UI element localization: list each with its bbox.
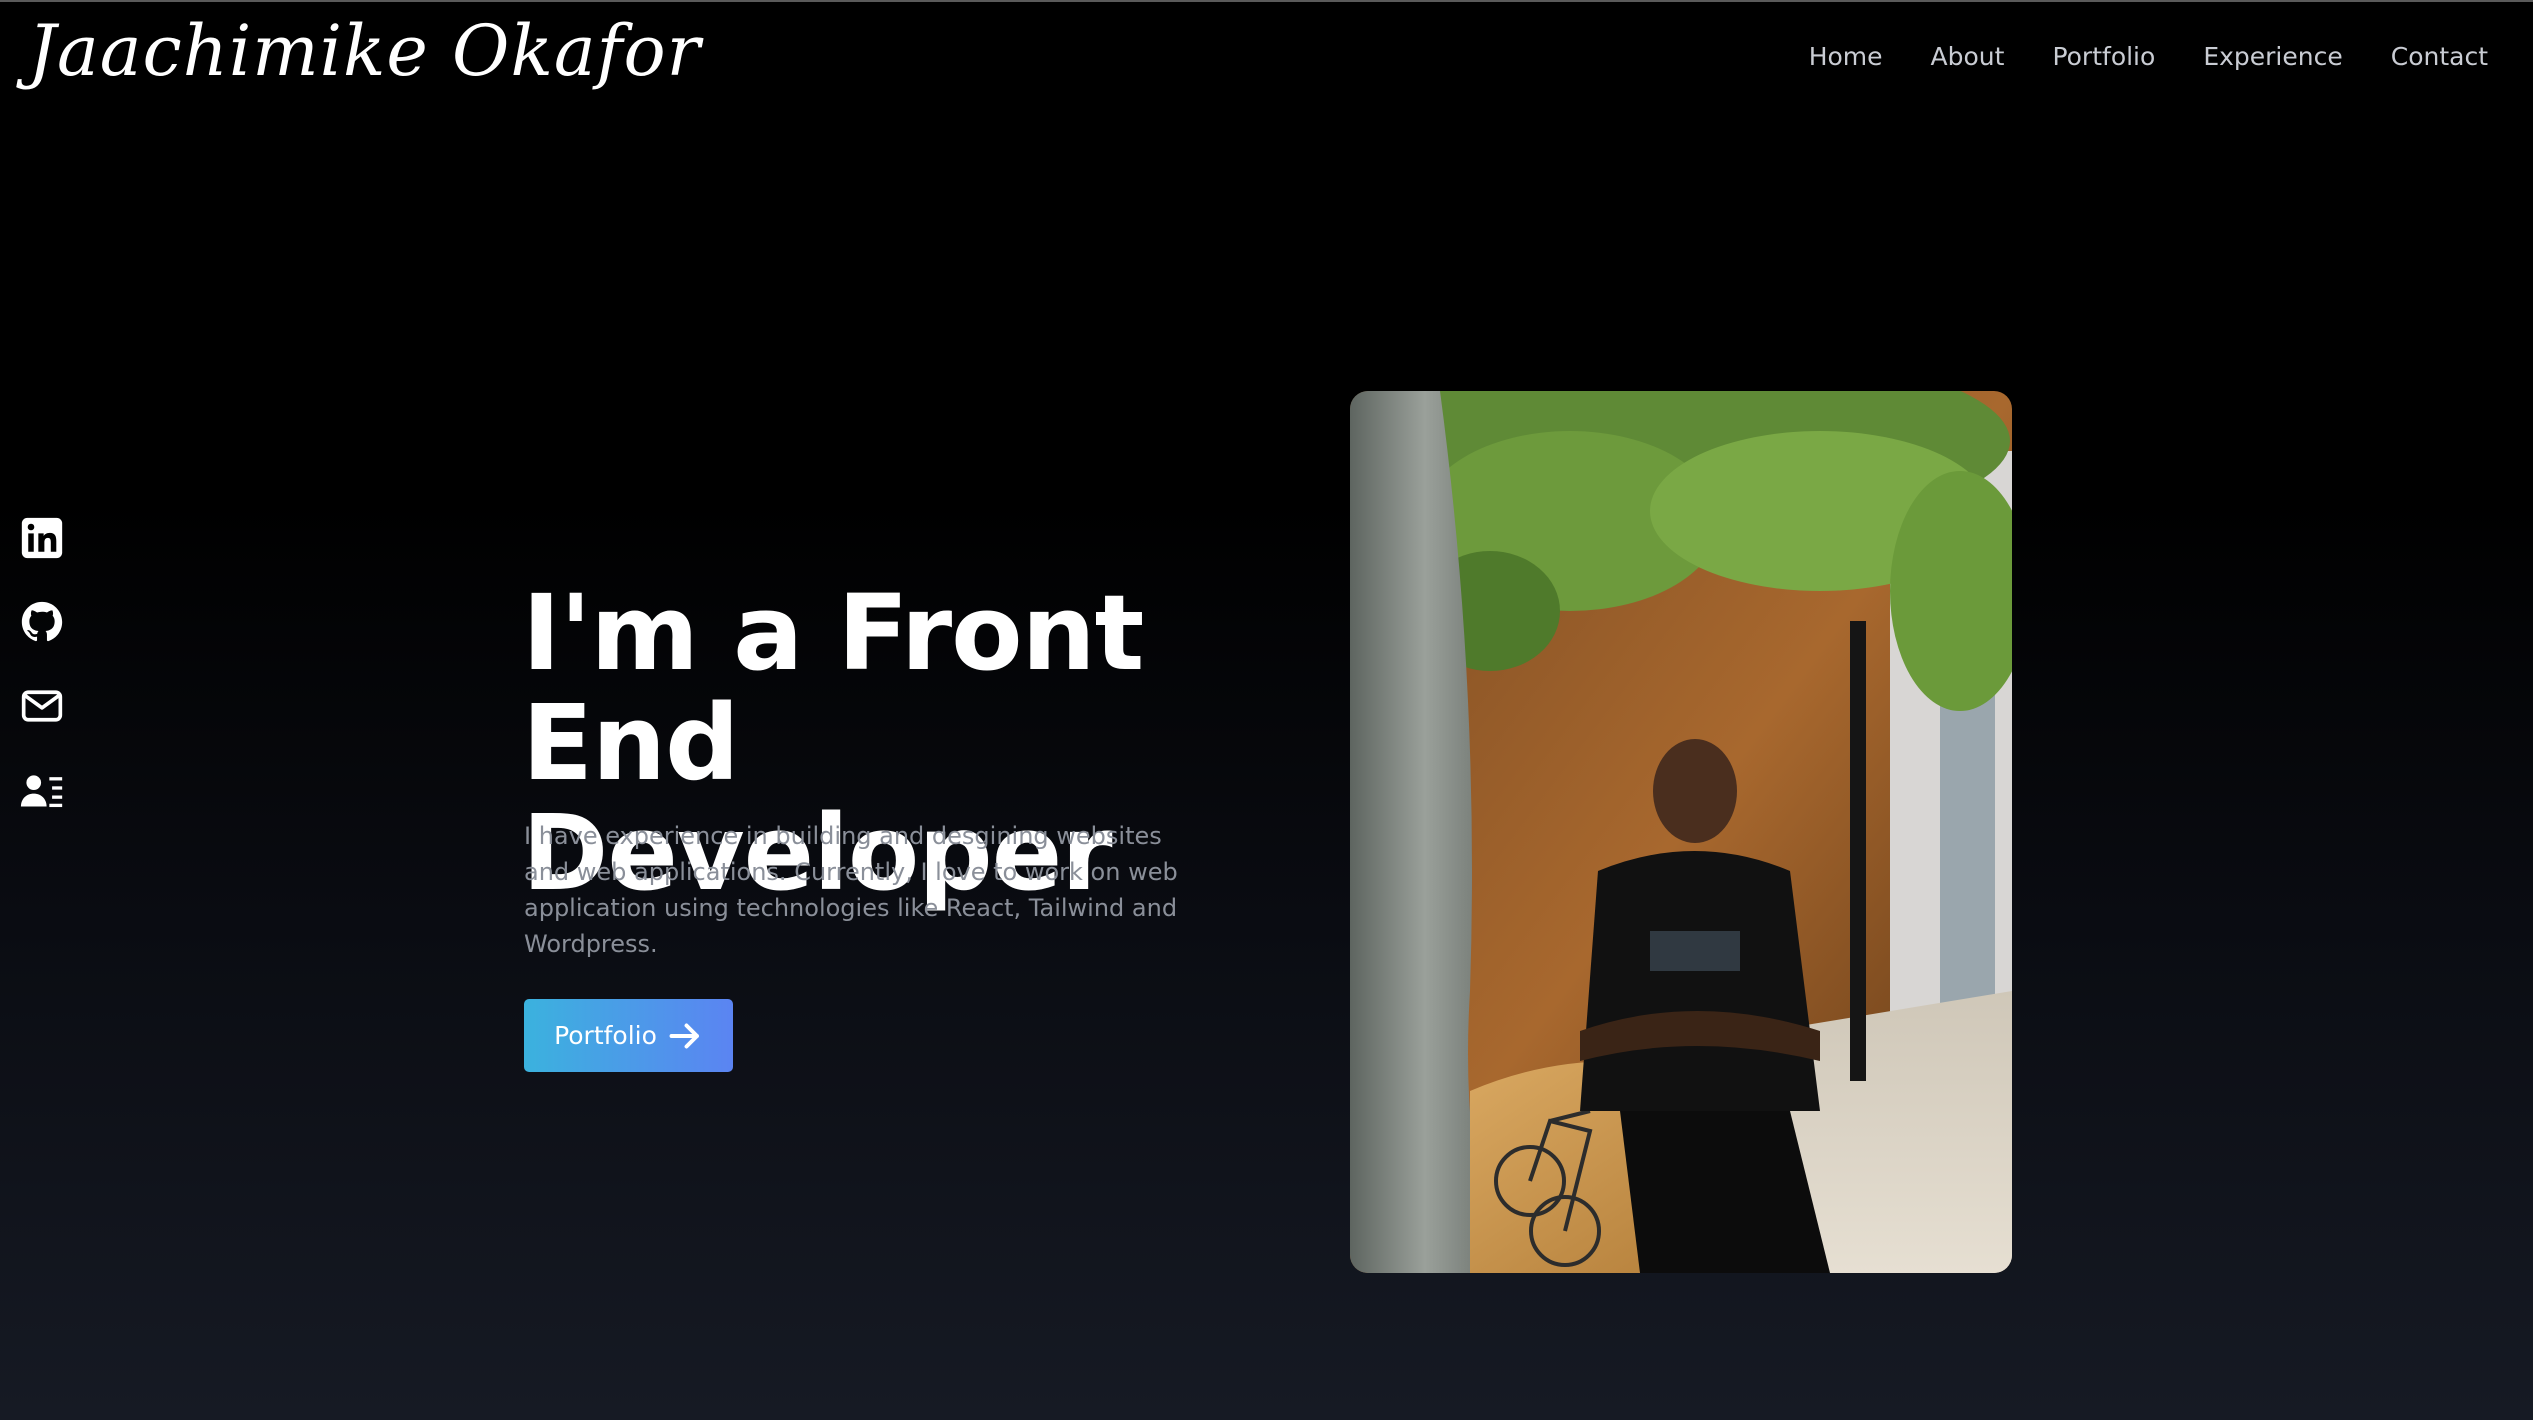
resume-icon[interactable] [20, 768, 64, 812]
brand-logo[interactable]: Jaachimike Okafor [28, 10, 701, 92]
portfolio-button-label: Portfolio [554, 1021, 657, 1050]
nav-item-portfolio[interactable]: Portfolio [2052, 42, 2155, 71]
social-links [20, 516, 64, 812]
profile-photo-image [1350, 391, 2012, 1273]
hero-description: I have experience in building and desgin… [524, 822, 1178, 958]
linkedin-icon[interactable] [20, 516, 64, 560]
github-icon[interactable] [20, 600, 64, 644]
nav-item-contact[interactable]: Contact [2391, 42, 2488, 71]
nav-item-home[interactable]: Home [1809, 42, 1883, 71]
profile-photo [1350, 391, 2012, 1273]
arrow-right-icon [669, 1023, 699, 1048]
mail-icon[interactable] [20, 684, 64, 728]
main-nav: Home About Portfolio Experience Contact [1809, 42, 2488, 71]
nav-item-about[interactable]: About [1931, 42, 2005, 71]
top-border [0, 0, 2533, 2]
portfolio-button[interactable]: Portfolio [524, 999, 733, 1072]
hero-title-line-1: I'm a Front End [522, 572, 1144, 804]
nav-item-experience[interactable]: Experience [2203, 42, 2342, 71]
